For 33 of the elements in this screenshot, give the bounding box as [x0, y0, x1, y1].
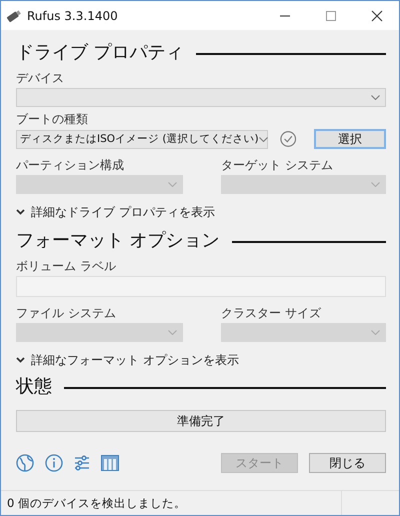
- close-icon[interactable]: [371, 10, 383, 22]
- section-heading: 状態: [16, 375, 52, 398]
- caret-icon: [168, 182, 177, 187]
- chevron-icon: [16, 209, 25, 215]
- field-label: パーティション構成: [16, 157, 125, 173]
- window-title: Rufus 3.3.1400: [27, 8, 118, 22]
- section-heading: ドライブ プロパティ: [16, 41, 184, 64]
- caret-icon: [258, 136, 268, 142]
- checkmark-icon[interactable]: [280, 130, 296, 148]
- usb-drive-icon: [6, 8, 22, 22]
- maximize-icon[interactable]: [325, 10, 337, 22]
- settings-icon[interactable]: [74, 455, 90, 471]
- boot-selection-dropdown[interactable]: ディスクまたはISOイメージ (選択してください): [16, 130, 268, 148]
- field-label: ファイル システム: [16, 305, 117, 321]
- field-label: デバイス: [16, 70, 65, 86]
- advanced-toggle[interactable]: 詳細なフォーマット オプションを表示: [16, 352, 239, 368]
- field-label: ブートの種類: [16, 111, 89, 127]
- field-label: クラスター サイズ: [221, 305, 322, 321]
- info-icon[interactable]: [45, 454, 63, 472]
- select-button[interactable]: 選択: [314, 129, 386, 149]
- advanced-toggle[interactable]: 詳細なドライブ プロパティを表示: [16, 204, 215, 220]
- status-text: 0 個のデバイスを検出しました。: [6, 496, 187, 510]
- caret-icon: [168, 330, 177, 335]
- chevron-icon: [16, 357, 25, 363]
- field-label: ボリューム ラベル: [16, 258, 117, 274]
- caret-icon: [371, 182, 380, 187]
- caret-icon: [371, 330, 380, 335]
- section-heading: フォーマット オプション: [16, 229, 220, 252]
- close-button[interactable]: 閉じる: [309, 453, 386, 473]
- field-label: ターゲット システム: [221, 157, 334, 173]
- caret-icon: [371, 95, 380, 100]
- log-icon[interactable]: [101, 455, 119, 471]
- globe-icon[interactable]: [16, 454, 34, 472]
